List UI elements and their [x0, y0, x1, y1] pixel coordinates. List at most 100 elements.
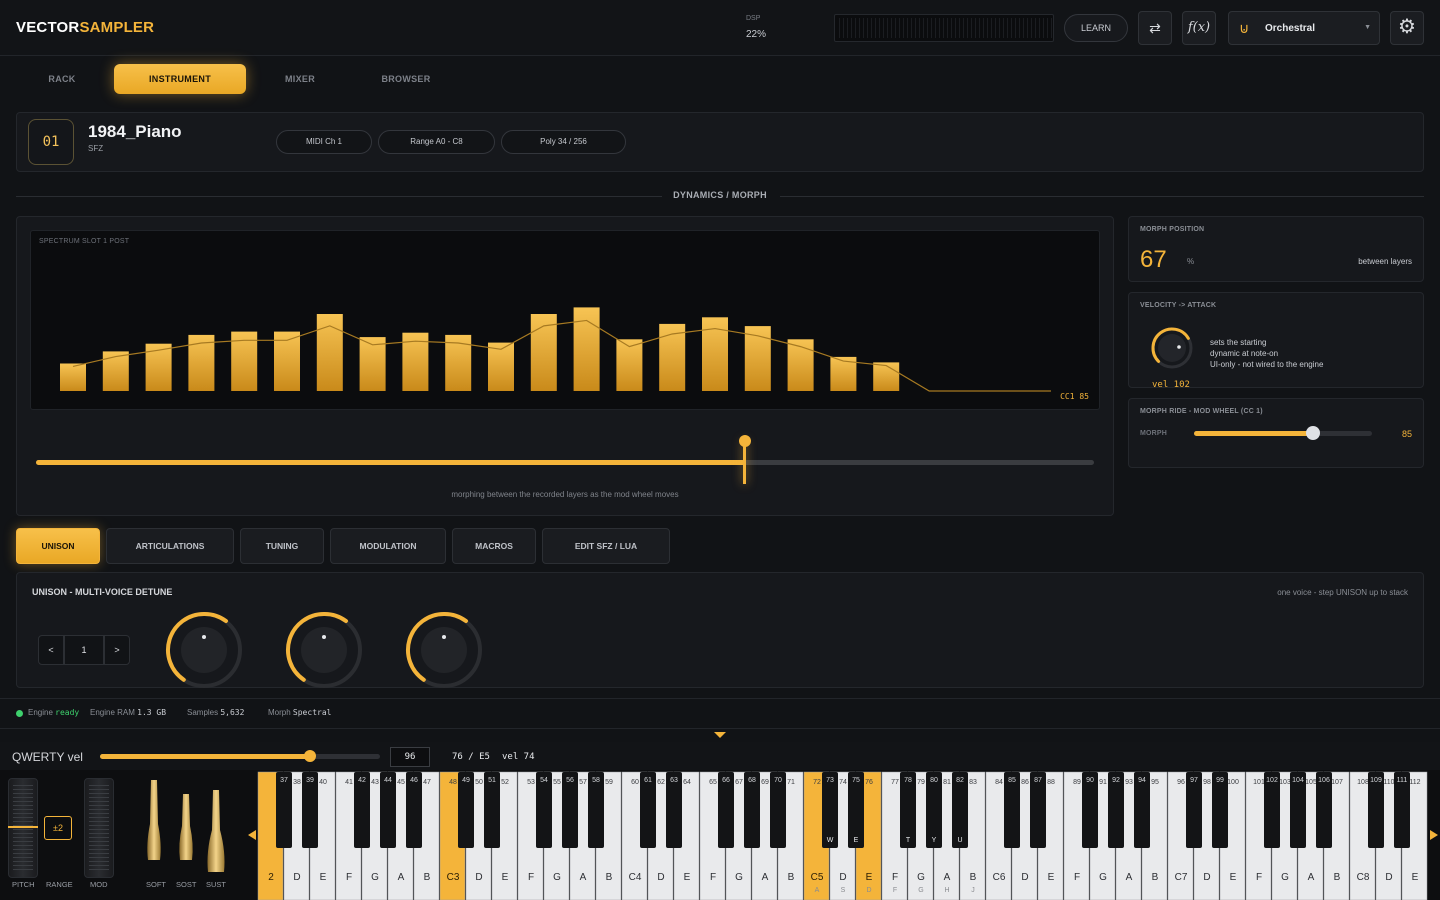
key-note-label: B [970, 872, 977, 883]
morph-ride-value: 85 [1401, 429, 1412, 439]
key-midi-number: 89 [1073, 779, 1081, 786]
dsp-label: DSP [746, 15, 761, 22]
key-note-label: G [735, 872, 743, 883]
key-midi-number: 68 [748, 777, 756, 784]
key-midi-number: 75 [852, 777, 860, 784]
unison-increment-button[interactable]: > [104, 635, 130, 665]
qwerty-key-label: S [841, 887, 846, 894]
swap-icon[interactable]: ⇄ [1138, 11, 1172, 45]
key-note-label: C7 [1175, 872, 1188, 883]
qwerty-key-label: E [854, 837, 859, 844]
preset-selector[interactable]: ⊍ Orchestral ▼ [1228, 11, 1380, 45]
tab-mixer[interactable]: MIXER [268, 64, 332, 94]
samples-count: Samples 5,632 [187, 708, 245, 717]
key-midi-number: 41 [345, 779, 353, 786]
key-note-label: B [424, 872, 431, 883]
level-meter [834, 14, 1054, 42]
qwerty-key-label: G [918, 887, 923, 894]
octave-up-arrow-icon[interactable] [1430, 830, 1438, 840]
tab-modulation[interactable]: MODULATION [330, 528, 446, 564]
unison-title: UNISON - MULTI-VOICE DETUNE [32, 587, 173, 597]
key-midi-number: 100 [1227, 779, 1239, 786]
key-midi-number: 39 [306, 777, 314, 784]
qwerty-velocity-handle[interactable] [304, 750, 316, 762]
unison-knob-1[interactable] [162, 608, 246, 692]
unison-knob-2[interactable] [282, 608, 366, 692]
qwerty-key-label: U [957, 837, 962, 844]
divider [0, 728, 1440, 729]
morph-slider-handle[interactable] [738, 435, 751, 447]
key-midi-number: 85 [1008, 777, 1016, 784]
key-note-label: E [320, 872, 327, 883]
unison-voice-count[interactable]: 1 [64, 635, 104, 665]
key-midi-number: 86 [1021, 779, 1029, 786]
key-midi-number: 37 [280, 777, 288, 784]
key-midi-number: 63 [670, 777, 678, 784]
key-midi-number: 71 [787, 779, 795, 786]
instrument-header [16, 112, 1424, 172]
qwerty-key-label: J [971, 887, 975, 894]
polyphony-pill: Poly 34 / 256 [501, 130, 626, 154]
key-note-label: A [398, 872, 405, 883]
key-midi-number: 77 [891, 779, 899, 786]
key-midi-number: 90 [1086, 777, 1094, 784]
velocity-knob[interactable] [1148, 324, 1196, 372]
piano-keyboard[interactable]: 2 38 D 40 E 41 F 43 G 45 A 47 B 48 C3 50 D 52 E 53 F 55 G 57 A 59… [0, 770, 1440, 900]
tab-macros[interactable]: MACROS [452, 528, 536, 564]
key-midi-number: 47 [423, 779, 431, 786]
tab-tuning[interactable]: TUNING [240, 528, 324, 564]
key-midi-number: 87 [1034, 777, 1042, 784]
morph-position-value: 67 [1140, 246, 1167, 273]
key-midi-number: 57 [579, 779, 587, 786]
slot-number[interactable]: 01 [28, 119, 74, 165]
key-note-label: C6 [993, 872, 1006, 883]
fx-button[interactable]: f(x) [1182, 11, 1216, 45]
key-note-label: D [657, 872, 664, 883]
key-midi-number: 106 [1318, 777, 1330, 784]
morph-caption: morphing between the recorded layers as … [451, 490, 679, 499]
key-note-label: A [944, 872, 951, 883]
key-midi-number: 108 [1357, 779, 1369, 786]
key-midi-number: 58 [592, 777, 600, 784]
gear-icon[interactable]: ⚙ [1390, 11, 1424, 45]
key-midi-number: 52 [501, 779, 509, 786]
key-note-label: F [528, 872, 534, 883]
velocity-description: sets the starting dynamic at note-on UI-on… [1210, 338, 1324, 369]
key-midi-number: 73 [826, 777, 834, 784]
tab-unison[interactable]: UNISON [16, 528, 100, 564]
key-note-label: D [293, 872, 300, 883]
key-midi-number: 53 [527, 779, 535, 786]
key-note-label: F [1074, 872, 1080, 883]
qwerty-key-label: W [827, 837, 834, 844]
key-midi-number: 56 [566, 777, 574, 784]
unison-note: one voice - step UNISON up to stack [1277, 588, 1408, 597]
tab-rack[interactable]: RACK [30, 64, 94, 94]
learn-button[interactable]: LEARN [1064, 14, 1128, 42]
unison-decrement-button[interactable]: < [38, 635, 64, 665]
morph-position-label: MORPH POSITION [1140, 226, 1205, 233]
key-note-label: B [1334, 872, 1341, 883]
key-midi-number: 40 [319, 779, 327, 786]
morph-ride-slider[interactable] [1194, 426, 1372, 440]
key-midi-number: 79 [917, 779, 925, 786]
qwerty-velocity-slider[interactable] [100, 750, 380, 762]
qwerty-velocity-input[interactable]: 96 [390, 747, 430, 767]
key-midi-number: 45 [397, 779, 405, 786]
qwerty-key-label: Y [932, 837, 937, 844]
key-note-label: C3 [447, 872, 460, 883]
range-pill[interactable]: Range A0 - C8 [378, 130, 495, 154]
key-midi-number: 96 [1177, 779, 1185, 786]
midi-channel-pill[interactable]: MIDI Ch 1 [276, 130, 372, 154]
key-midi-number: 38 [293, 779, 301, 786]
tab-articulations[interactable]: ARTICULATIONS [106, 528, 234, 564]
morph-slider[interactable] [36, 435, 1094, 484]
key-note-label: D [475, 872, 482, 883]
tab-browser[interactable]: BROWSER [370, 64, 442, 94]
tab-instrument[interactable]: INSTRUMENT [114, 64, 246, 94]
unison-knob-3[interactable] [402, 608, 486, 692]
collapse-arrow-icon[interactable] [714, 732, 726, 738]
key-midi-number: 69 [761, 779, 769, 786]
key-note-label: E [866, 872, 873, 883]
key-note-label: G [917, 872, 925, 883]
tab-edit-sfz-lua[interactable]: EDIT SFZ / LUA [542, 528, 670, 564]
